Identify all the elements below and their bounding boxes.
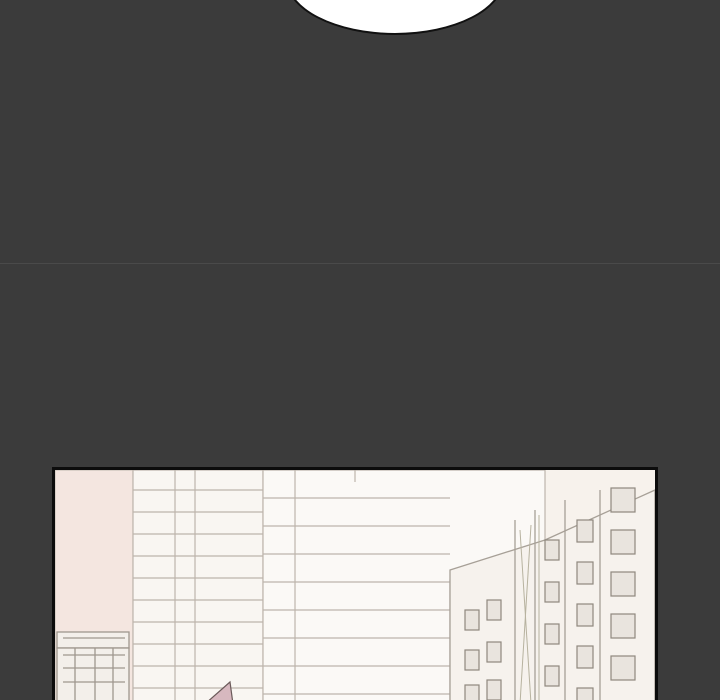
comic-panel [52,467,658,700]
panel-gutter-divider [0,263,720,264]
comic-page [0,0,720,700]
building-illustration [55,470,655,700]
left-rooftop-structure [56,631,130,700]
center-left-tower [132,470,264,700]
speech-bubble [285,0,505,35]
